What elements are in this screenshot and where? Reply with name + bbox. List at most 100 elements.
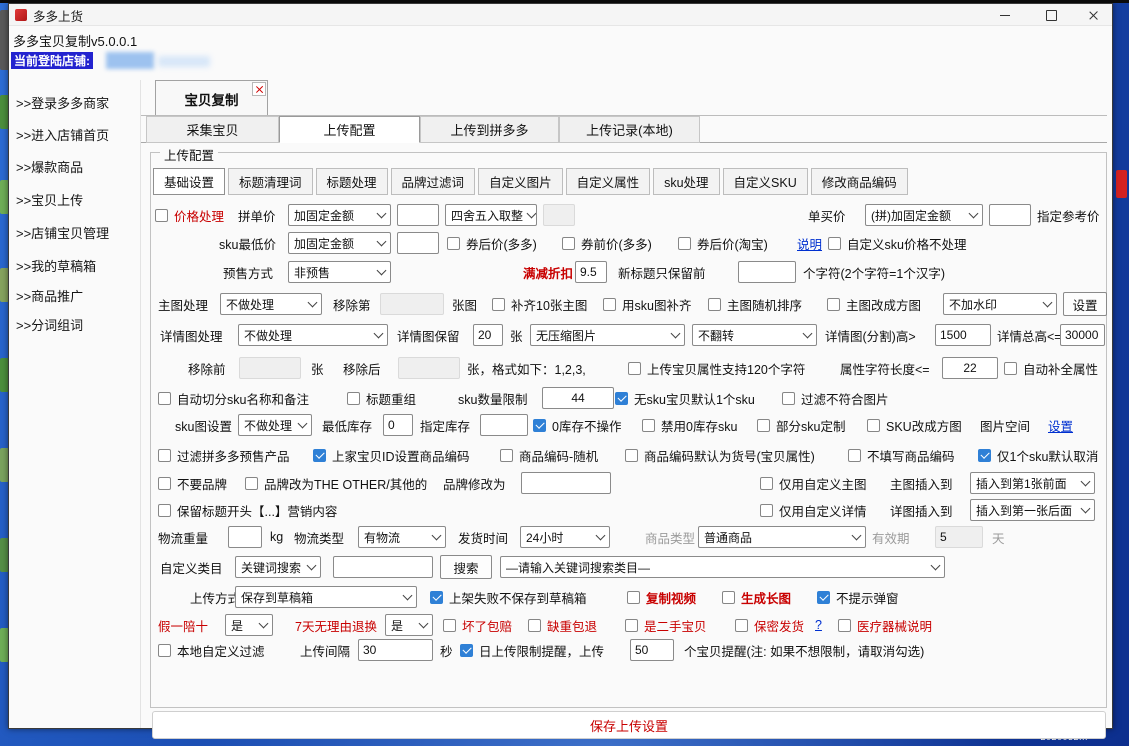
sidebar-item-homepage[interactable]: >>进入店铺首页 <box>16 125 109 144</box>
title-recombine-checkbox[interactable] <box>347 392 360 405</box>
no-sku-default-checkbox[interactable] <box>615 392 628 405</box>
broken-compensate-checkbox[interactable] <box>443 619 456 632</box>
sku-square-checkbox[interactable] <box>867 419 880 432</box>
minimize-button[interactable] <box>985 4 1025 26</box>
no-brand-checkbox[interactable] <box>158 477 171 490</box>
single-price-mode-dropdown[interactable]: (拼)加固定金额 <box>865 204 983 226</box>
price-process-checkbox[interactable] <box>155 209 168 222</box>
single-price-amount-input[interactable] <box>989 204 1031 226</box>
detail-split-height-input[interactable] <box>935 324 991 346</box>
no-code-checkbox[interactable] <box>848 449 861 462</box>
rounding-dropdown[interactable]: 四舍五入取整 <box>445 204 537 226</box>
auto-split-sku-checkbox[interactable] <box>158 392 171 405</box>
copy-video-checkbox[interactable] <box>627 591 640 604</box>
pin-price-mode-dropdown[interactable]: 加固定金额 <box>288 204 391 226</box>
sidebar-item-promote[interactable]: >>商品推广 <box>16 286 83 305</box>
subtab-brand-filter[interactable]: 品牌过滤词 <box>391 168 476 195</box>
category-search-button[interactable]: 搜索 <box>440 555 492 579</box>
title-keep-input[interactable] <box>738 261 796 283</box>
zero-stock-noop-checkbox[interactable] <box>533 419 546 432</box>
pad-10-images-checkbox[interactable] <box>492 298 505 311</box>
auto-complete-attr-checkbox[interactable] <box>1004 362 1017 375</box>
compression-dropdown[interactable]: 无压缩图片 <box>530 324 685 346</box>
fake-one-pay-ten-dropdown[interactable]: 是 <box>225 614 273 636</box>
daily-limit-input[interactable] <box>630 639 674 661</box>
presale-dropdown[interactable]: 非预售 <box>288 261 391 283</box>
tab-collect[interactable]: 采集宝贝 <box>146 116 279 143</box>
product-type-dropdown[interactable]: 普通商品 <box>698 526 866 548</box>
save-upload-settings-button[interactable]: 保存上传设置 <box>152 711 1106 739</box>
square-main-image-checkbox[interactable] <box>827 298 840 311</box>
subtab-custom-attr[interactable]: 自定义属性 <box>566 168 651 195</box>
coupon-after-taobao-checkbox[interactable] <box>678 237 691 250</box>
no-popup-checkbox[interactable] <box>817 591 830 604</box>
source-id-as-code-checkbox[interactable] <box>313 449 326 462</box>
min-stock-input[interactable] <box>383 414 413 436</box>
private-shipping-help-link[interactable]: ? <box>815 614 822 636</box>
sidebar-item-hot[interactable]: >>爆款商品 <box>16 157 83 176</box>
coupon-after-pdd-checkbox[interactable] <box>447 237 460 250</box>
image-space-settings-link[interactable]: 设置 <box>1048 414 1073 436</box>
tab-upload-to-pdd[interactable]: 上传到拼多多 <box>420 116 559 143</box>
filter-bad-images-checkbox[interactable] <box>782 392 795 405</box>
main-image-insert-dropdown[interactable]: 插入到第1张前面 <box>970 472 1095 494</box>
logistics-type-dropdown[interactable]: 有物流 <box>358 526 446 548</box>
filter-presale-checkbox[interactable] <box>158 449 171 462</box>
sku-min-mode-dropdown[interactable]: 加固定金额 <box>288 232 391 254</box>
detail-image-mode-dropdown[interactable]: 不做处理 <box>238 324 388 346</box>
sidebar-item-upload[interactable]: >>宝贝上传 <box>16 190 83 209</box>
subtab-custom-image[interactable]: 自定义图片 <box>478 168 563 195</box>
sku-limit-input[interactable] <box>542 387 614 409</box>
price-help-link[interactable]: 说明 <box>797 232 822 254</box>
single-sku-cancel-checkbox[interactable] <box>978 449 991 462</box>
tab-upload-log[interactable]: 上传记录(本地) <box>559 116 700 143</box>
pin-price-amount-input[interactable] <box>397 204 439 226</box>
subtab-edit-product-code[interactable]: 修改商品编码 <box>811 168 908 195</box>
watermark-dropdown[interactable]: 不加水印 <box>943 293 1057 315</box>
subtab-title-process[interactable]: 标题处理 <box>316 168 388 195</box>
sku-min-amount-input[interactable] <box>397 232 439 254</box>
category-search-mode-dropdown[interactable]: 关键词搜索 <box>235 556 321 578</box>
daily-limit-reminder-checkbox[interactable] <box>460 644 473 657</box>
desktop-icon[interactable] <box>1116 170 1127 198</box>
keep-title-prefix-checkbox[interactable] <box>158 504 171 517</box>
specify-stock-input[interactable] <box>480 414 528 436</box>
watermark-settings-button[interactable]: 设置 <box>1063 292 1107 316</box>
seven-day-return-dropdown[interactable]: 是 <box>385 614 433 636</box>
detail-total-height-input[interactable] <box>1060 324 1105 346</box>
upload-interval-input[interactable] <box>358 639 433 661</box>
local-custom-filter-checkbox[interactable] <box>158 644 171 657</box>
fail-no-draft-checkbox[interactable] <box>430 591 443 604</box>
tab-upload-config[interactable]: 上传配置 <box>279 116 420 143</box>
sku-image-mode-dropdown[interactable]: 不做处理 <box>238 414 312 436</box>
subtab-custom-sku[interactable]: 自定义SKU <box>723 168 808 195</box>
upload-mode-dropdown[interactable]: 保存到草稿箱 <box>235 586 417 608</box>
medical-device-checkbox[interactable] <box>838 619 851 632</box>
subtab-basic[interactable]: 基础设置 <box>153 168 225 195</box>
only-custom-detail-checkbox[interactable] <box>760 504 773 517</box>
category-result-dropdown[interactable]: —请输入关键词搜索类目— <box>500 556 945 578</box>
sidebar-item-login[interactable]: >>登录多多商家 <box>16 93 109 112</box>
attr-length-input[interactable] <box>942 357 998 379</box>
category-keyword-input[interactable] <box>333 556 433 578</box>
brand-to-other-checkbox[interactable] <box>245 477 258 490</box>
mdi-tab-close-icon[interactable] <box>252 82 266 96</box>
discount-input[interactable] <box>575 261 607 283</box>
pad-with-sku-image-checkbox[interactable] <box>603 298 616 311</box>
coupon-before-pdd-checkbox[interactable] <box>562 237 575 250</box>
underweight-refund-checkbox[interactable] <box>528 619 541 632</box>
custom-sku-price-skip-checkbox[interactable] <box>828 237 841 250</box>
subtab-sku-process[interactable]: sku处理 <box>653 168 719 195</box>
sidebar-item-manage[interactable]: >>店铺宝贝管理 <box>16 223 109 242</box>
flip-dropdown[interactable]: 不翻转 <box>692 324 817 346</box>
disable-zero-stock-sku-checkbox[interactable] <box>642 419 655 432</box>
titlebar[interactable] <box>9 4 1112 26</box>
second-hand-checkbox[interactable] <box>625 619 638 632</box>
maximize-button[interactable] <box>1031 4 1071 26</box>
random-code-checkbox[interactable] <box>500 449 513 462</box>
subtab-title-clean[interactable]: 标题清理词 <box>228 168 313 195</box>
sidebar-item-drafts[interactable]: >>我的草稿箱 <box>16 256 96 275</box>
detail-keep-input[interactable] <box>473 324 503 346</box>
shuffle-main-images-checkbox[interactable] <box>708 298 721 311</box>
close-button[interactable] <box>1073 4 1113 26</box>
